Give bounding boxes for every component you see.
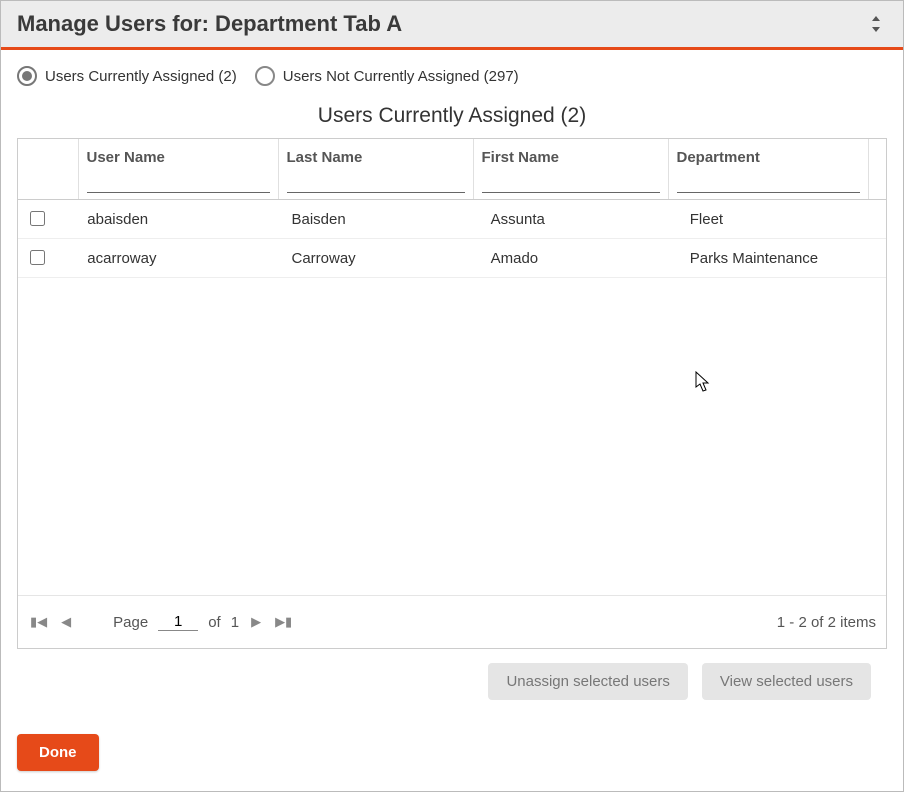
- grid-pager: ▮◀ ◀ Page of 1 ▶ ▶▮ 1 - 2 of 2 items: [18, 595, 886, 648]
- grid-body-scroll[interactable]: abaisdenBaisdenAssuntaFleetacarrowayCarr…: [18, 200, 886, 595]
- pager-page-label: Page: [113, 614, 148, 631]
- pager-first-icon[interactable]: ▮◀: [28, 612, 49, 632]
- radio-off-icon: [255, 66, 275, 86]
- manage-users-modal: Manage Users for: Department Tab A Users…: [0, 0, 904, 792]
- filter-department[interactable]: [677, 172, 860, 193]
- expand-collapse-icon[interactable]: [865, 13, 887, 35]
- cell-first-name: Amado: [483, 239, 682, 278]
- pager-total-pages: 1: [231, 614, 239, 631]
- column-header-scroll-spacer: [868, 139, 886, 172]
- radio-users-not-assigned[interactable]: Users Not Currently Assigned (297): [255, 66, 519, 86]
- row-checkbox[interactable]: [30, 211, 45, 226]
- modal-footer: Done: [1, 716, 903, 791]
- cell-last-name: Baisden: [284, 200, 483, 239]
- assignment-filter-radio-group: Users Currently Assigned (2) Users Not C…: [17, 66, 887, 86]
- filter-user-name[interactable]: [87, 172, 270, 193]
- cell-first-name: Assunta: [483, 200, 682, 239]
- modal-title: Manage Users for: Department Tab A: [17, 11, 402, 37]
- pager-page-input[interactable]: [158, 613, 198, 631]
- column-header-last-name[interactable]: Last Name: [278, 139, 473, 172]
- cell-department: Parks Maintenance: [682, 239, 886, 278]
- cell-user-name: abaisden: [79, 200, 283, 239]
- radio-users-not-assigned-label: Users Not Currently Assigned (297): [283, 68, 519, 85]
- pager-prev-icon[interactable]: ◀: [59, 612, 73, 632]
- column-header-user-name[interactable]: User Name: [78, 139, 278, 172]
- view-selected-button[interactable]: View selected users: [702, 663, 871, 700]
- users-grid: User Name Last Name First Name Departmen…: [17, 138, 887, 649]
- grid-title: Users Currently Assigned (2): [17, 104, 887, 128]
- pager-items-range: 1 - 2 of 2 items: [777, 614, 876, 631]
- modal-body: Users Currently Assigned (2) Users Not C…: [1, 50, 903, 716]
- column-header-first-name[interactable]: First Name: [473, 139, 668, 172]
- unassign-selected-button[interactable]: Unassign selected users: [488, 663, 687, 700]
- table-row[interactable]: abaisdenBaisdenAssuntaFleet: [18, 200, 886, 239]
- done-button[interactable]: Done: [17, 734, 99, 771]
- table-row[interactable]: acarrowayCarrowayAmadoParks Maintenance: [18, 239, 886, 278]
- pager-last-icon[interactable]: ▶▮: [273, 612, 294, 632]
- cell-last-name: Carroway: [284, 239, 483, 278]
- cell-department: Fleet: [682, 200, 886, 239]
- pager-next-icon[interactable]: ▶: [249, 612, 263, 632]
- column-header-department[interactable]: Department: [668, 139, 868, 172]
- radio-on-icon: [17, 66, 37, 86]
- cell-user-name: acarroway: [79, 239, 283, 278]
- grid-header: User Name Last Name First Name Departmen…: [18, 139, 886, 200]
- radio-users-assigned[interactable]: Users Currently Assigned (2): [17, 66, 237, 86]
- action-bar: Unassign selected users View selected us…: [17, 649, 887, 700]
- column-header-checkbox: [18, 139, 78, 172]
- radio-users-assigned-label: Users Currently Assigned (2): [45, 68, 237, 85]
- filter-first-name[interactable]: [482, 172, 660, 193]
- row-checkbox[interactable]: [30, 250, 45, 265]
- pager-of-label: of: [208, 614, 221, 631]
- filter-last-name[interactable]: [287, 172, 465, 193]
- modal-header: Manage Users for: Department Tab A: [1, 1, 903, 50]
